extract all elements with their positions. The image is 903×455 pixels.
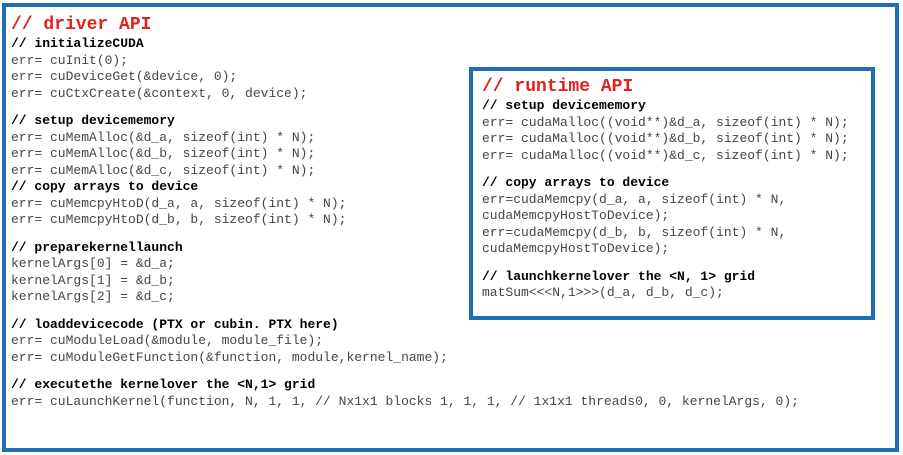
driver-api-title: // driver API	[11, 15, 152, 35]
runtime-code-line: cudaMemcpyHostToDevice);	[482, 208, 670, 223]
runtime-code-line: err= cudaMalloc((void**)&d_b, sizeof(int…	[482, 131, 849, 146]
driver-code-line: err= cuLaunchKernel(function, N, 1, 1, /…	[11, 393, 799, 409]
runtime-comment-line: // setup devicememory	[482, 98, 646, 113]
driver-comment-line: // initializeCUDA	[11, 36, 144, 51]
runtime-code-line: matSum<<<N,1>>>(d_a, d_b, d_c);	[482, 285, 724, 300]
runtime-code-block: // setup devicememory err= cudaMalloc((vo…	[482, 98, 871, 302]
runtime-blank-line	[482, 258, 871, 269]
runtime-code-line: err=cudaMemcpy(d_a, a, sizeof(int) * N,	[482, 191, 787, 207]
runtime-comment-line: // launchkernelover the <N, 1> grid	[482, 268, 756, 284]
driver-code-line: err= cuModuleLoad(&module, module_file);	[11, 333, 324, 348]
runtime-code-line: err=cudaMemcpy(d_b, b, sizeof(int) * N,	[482, 224, 787, 240]
runtime-api-panel: // runtime API // setup devicememory err=…	[469, 67, 875, 320]
driver-code-line: err= cuModuleGetFunction(&function, modu…	[11, 349, 448, 365]
runtime-code-line: cudaMemcpyHostToDevice);	[482, 241, 670, 256]
runtime-comment-line: // copy arrays to device	[482, 175, 670, 190]
runtime-code-line: err= cudaMalloc((void**)&d_a, sizeof(int…	[482, 114, 849, 130]
runtime-code-line: err= cudaMalloc((void**)&d_c, sizeof(int…	[482, 147, 849, 163]
driver-comment-line: // executethe kernelover the <N,1> grid	[11, 377, 316, 392]
runtime-api-title: // runtime API	[482, 77, 634, 97]
runtime-blank-line	[482, 164, 871, 175]
driver-blank-line	[11, 366, 895, 377]
